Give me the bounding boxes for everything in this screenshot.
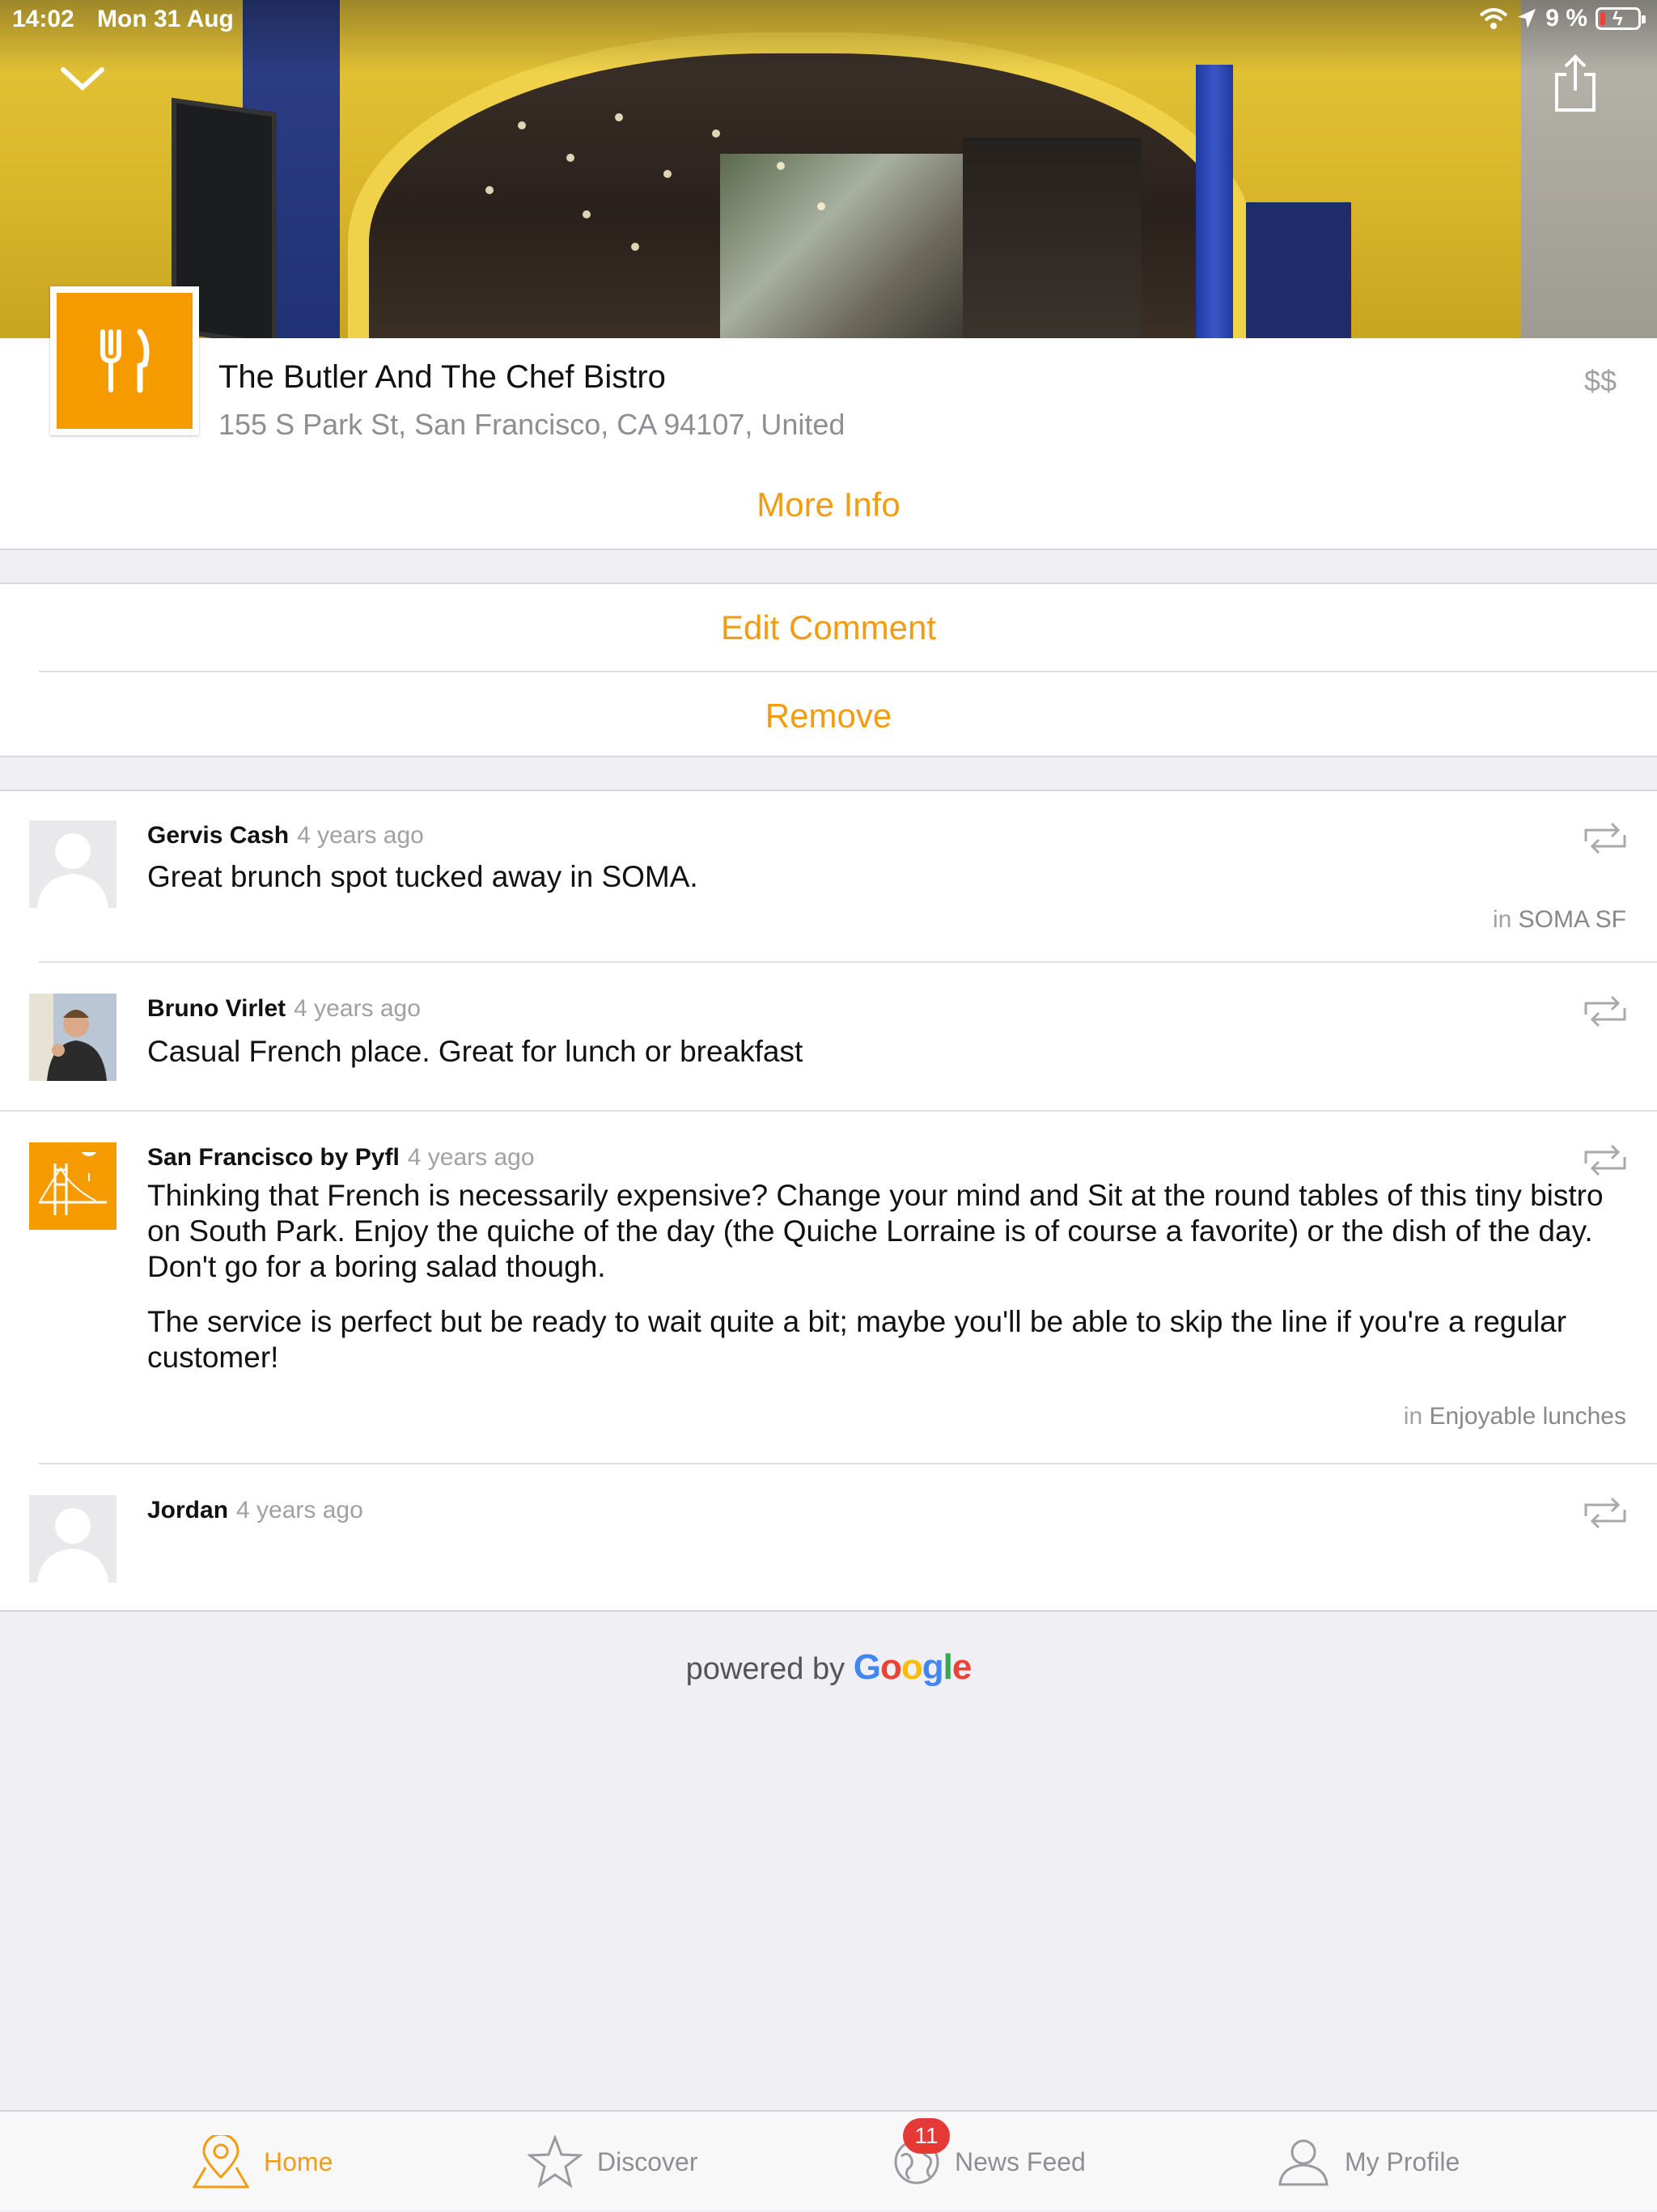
news-feed-badge: 11 [903, 2118, 950, 2154]
tab-label: Discover [597, 2146, 698, 2176]
list-prefix: in [1492, 906, 1512, 933]
comment-item[interactable]: Jordan 4 years ago [0, 1464, 1657, 1610]
comment-author[interactable]: Gervis Cash [147, 822, 289, 849]
repost-icon[interactable] [1583, 995, 1628, 1028]
place-address: 155 S Park St, San Francisco, CA 94107, … [218, 408, 845, 441]
list-reference[interactable]: in SOMA SF [1493, 906, 1626, 934]
status-date: Mon 31 Aug [97, 6, 234, 32]
comment-meta: San Francisco by Pyfl 4 years ago [147, 1144, 535, 1172]
price-level: $$ [1583, 364, 1617, 397]
status-time: 14:02 [12, 6, 74, 32]
photo-pillar [1196, 65, 1233, 338]
battery-percent: 9 % [1545, 5, 1587, 32]
share-icon[interactable] [1552, 53, 1599, 113]
comment-item[interactable]: Gervis Cash 4 years ago Great brunch spot… [0, 791, 1657, 963]
user-photo [29, 994, 117, 1081]
comment-time: 4 years ago [236, 1497, 363, 1523]
avatar-placeholder [29, 1495, 117, 1583]
comment-text-paragraph: Thinking that French is necessarily expe… [147, 1179, 1604, 1283]
pyfl-avatar [29, 1142, 117, 1230]
tab-discover[interactable]: Discover [528, 2112, 697, 2212]
comment-item[interactable]: Bruno Virlet 4 years ago Casual French pl… [0, 963, 1657, 1112]
comment-text: Casual French place. Great for lunch or … [147, 1035, 803, 1068]
comment-meta: Gervis Cash 4 years ago [147, 822, 424, 850]
place-category-icon [50, 286, 199, 435]
comment-time: 4 years ago [294, 995, 421, 1022]
remove-button[interactable]: Remove [0, 672, 1657, 759]
google-logo: Google [853, 1647, 973, 1687]
more-info-button[interactable]: More Info [0, 485, 1657, 524]
list-name: SOMA SF [1518, 906, 1626, 933]
repost-icon[interactable] [1583, 1144, 1628, 1176]
powered-by-label: powered by [685, 1652, 845, 1686]
list-prefix: in [1403, 1403, 1423, 1430]
tab-label: Home [264, 2146, 333, 2176]
comment-meta: Bruno Virlet 4 years ago [147, 995, 421, 1023]
comment-actions: Edit Comment Remove [0, 583, 1657, 757]
status-bar: 14:02 Mon 31 Aug 9 % ϟ [0, 0, 1657, 40]
comment-time: 4 years ago [297, 822, 424, 849]
golden-gate-bridge-icon [39, 1152, 107, 1215]
repost-icon[interactable] [1583, 1497, 1628, 1529]
photo-door [963, 138, 1141, 338]
tab-label: News Feed [955, 2146, 1086, 2176]
edit-comment-button[interactable]: Edit Comment [0, 584, 1657, 671]
comment-text: Great brunch spot tucked away in SOMA. [147, 860, 698, 893]
place-name: The Butler And The Chef Bistro [218, 359, 666, 395]
comment-author[interactable]: Bruno Virlet [147, 995, 286, 1022]
comment-list: Gervis Cash 4 years ago Great brunch spot… [0, 790, 1657, 1612]
chevron-down-icon[interactable] [58, 63, 107, 95]
place-photo [0, 0, 1657, 338]
wifi-icon [1479, 8, 1508, 29]
map-pin-icon [193, 2135, 249, 2189]
comment-author[interactable]: San Francisco by Pyfl [147, 1144, 400, 1171]
fork-knife-icon [100, 328, 150, 393]
star-icon [528, 2135, 583, 2189]
person-silhouette-icon [37, 833, 108, 908]
person-silhouette-icon [37, 1508, 108, 1583]
list-name: Enjoyable lunches [1429, 1403, 1626, 1430]
tab-my-profile[interactable]: My Profile [1277, 2112, 1460, 2212]
powered-by-google: powered by Google [0, 1647, 1657, 1688]
tab-home[interactable]: Home [193, 2112, 333, 2212]
battery-icon: ϟ [1596, 7, 1646, 30]
person-icon [1278, 2139, 1329, 2186]
comment-item[interactable]: San Francisco by Pyfl 4 years ago Thinkin… [0, 1112, 1657, 1464]
photo-window-reflection [720, 154, 963, 338]
tab-label: My Profile [1345, 2146, 1460, 2176]
avatar-placeholder [29, 820, 117, 908]
photo-window-right [1246, 202, 1351, 338]
tab-bar: Home Discover News Feed My Profile [0, 2110, 1657, 2210]
location-arrow-icon [1518, 9, 1536, 28]
comment-meta: Jordan 4 years ago [147, 1497, 363, 1524]
status-right: 9 % ϟ [1479, 5, 1646, 32]
comment-author[interactable]: Jordan [147, 1497, 228, 1523]
avatar-photo [29, 994, 117, 1081]
comment-text-paragraph: The service is perfect but be ready to w… [147, 1305, 1567, 1374]
repost-icon[interactable] [1583, 822, 1628, 854]
list-reference[interactable]: in Enjoyable lunches [1404, 1403, 1626, 1430]
comment-time: 4 years ago [407, 1144, 535, 1171]
